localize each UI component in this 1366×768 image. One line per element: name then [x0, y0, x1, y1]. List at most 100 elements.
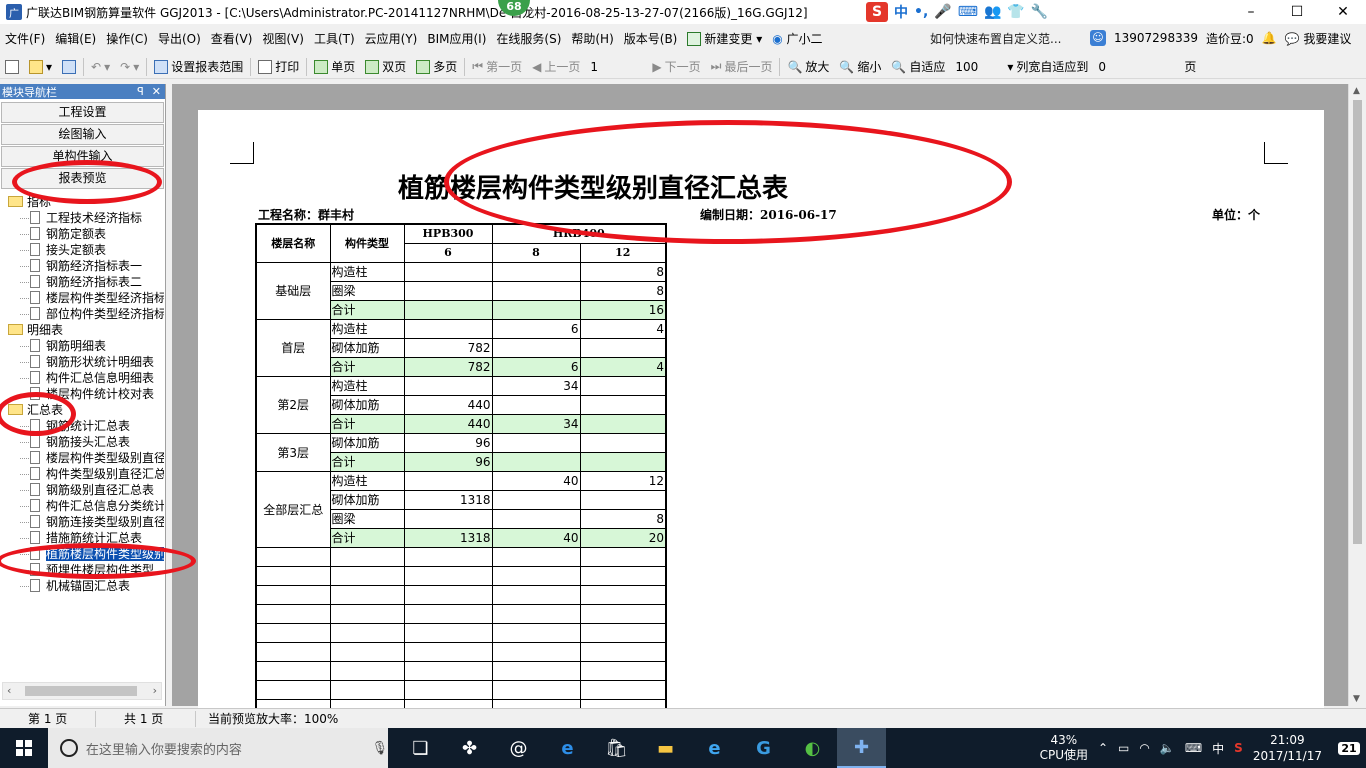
fit-button[interactable]: 🔍 自适应	[886, 58, 950, 75]
tree-item[interactable]: 钢筋连接类型级别直径	[0, 514, 164, 530]
tree-item[interactable]: 钢筋定额表	[0, 226, 164, 242]
tree-folder-summary[interactable]: 汇总表	[0, 402, 164, 418]
redo-button[interactable]: ↷ ▾	[115, 60, 144, 74]
scroll-up-icon[interactable]: ▲	[1353, 86, 1360, 96]
menu-online[interactable]: 在线服务(S)	[491, 30, 566, 47]
tree-item[interactable]: 钢筋形状统计明细表	[0, 354, 164, 370]
close-button[interactable]: ✕	[1320, 0, 1366, 24]
tree-item[interactable]: 预埋件楼层构件类型	[0, 562, 164, 578]
nav-single-component-input[interactable]: 单构件输入	[1, 146, 164, 167]
sogou-ime-icon[interactable]: S	[866, 2, 888, 22]
tree-item[interactable]: 部位构件类型经济指标	[0, 306, 164, 322]
ime-tools-icon[interactable]: 🔧	[1031, 4, 1048, 20]
page-number-input[interactable]: 1	[585, 56, 648, 77]
new-change-button[interactable]: 新建变更 ▾	[682, 30, 767, 47]
scroll-down-icon[interactable]: ▼	[1353, 694, 1360, 704]
file-explorer-icon[interactable]: ▬	[641, 728, 690, 768]
ime-skin-icon[interactable]: 👕	[1007, 4, 1024, 20]
edge-browser-icon[interactable]: e	[543, 728, 592, 768]
zoom-in-button[interactable]: 🔍 放大	[782, 58, 834, 75]
scrollbar-thumb[interactable]	[25, 686, 137, 696]
menu-edit[interactable]: 编辑(E)	[50, 30, 101, 47]
ime-keyboard-icon[interactable]: ⌨	[958, 4, 978, 20]
pin-icon[interactable]: ꟼ	[137, 85, 144, 98]
account-phone[interactable]: 13907298339	[1114, 31, 1198, 45]
menu-help[interactable]: 帮助(H)	[566, 30, 618, 47]
tree-item[interactable]: 钢筋明细表	[0, 338, 164, 354]
menu-cloud[interactable]: 云应用(Y)	[360, 30, 423, 47]
tree-item[interactable]: 楼层构件类型级别直径	[0, 450, 164, 466]
ime-voice-icon[interactable]: 🎤	[934, 4, 951, 20]
col-fit-input[interactable]: 0	[1093, 56, 1180, 77]
tree-item[interactable]: 措施筋统计汇总表	[0, 530, 164, 546]
tray-expand-icon[interactable]: ⌃	[1098, 741, 1108, 755]
menu-file[interactable]: 文件(F)	[0, 30, 50, 47]
maximize-button[interactable]: ☐	[1274, 0, 1320, 24]
menu-viewport[interactable]: 视图(V)	[257, 30, 309, 47]
tree-item-selected[interactable]: 植筋楼层构件类型级别	[0, 546, 164, 562]
tree-item[interactable]: 构件类型级别直径汇总	[0, 466, 164, 482]
double-page-button[interactable]: 双页	[360, 58, 411, 75]
suggest-button[interactable]: 💬 我要建议	[1285, 30, 1352, 47]
swirl-app-icon[interactable]: @	[494, 728, 543, 768]
nav-horizontal-scrollbar[interactable]: ‹ ›	[2, 682, 162, 700]
last-page-button[interactable]: ⏭ 最后一页	[706, 58, 778, 75]
menu-view[interactable]: 查看(V)	[206, 30, 258, 47]
internet-explorer-icon[interactable]: e	[690, 728, 739, 768]
nav-report-preview[interactable]: 报表预览	[1, 168, 164, 189]
clock[interactable]: 21:09 2017/11/17	[1253, 732, 1322, 764]
cpu-monitor[interactable]: 43% CPU使用	[1040, 733, 1088, 763]
set-report-range-button[interactable]: 设置报表范围	[149, 58, 248, 75]
green-browser-icon[interactable]: ◐	[788, 728, 837, 768]
tray-ime-mode[interactable]: 中	[1212, 740, 1224, 757]
undo-button[interactable]: ↶ ▾	[86, 60, 115, 74]
volume-icon[interactable]: 🔈	[1160, 741, 1175, 755]
tree-item[interactable]: 构件汇总信息明细表	[0, 370, 164, 386]
scroll-left-icon[interactable]: ‹	[7, 684, 11, 697]
fan-app-icon[interactable]: ✤	[445, 728, 494, 768]
single-page-button[interactable]: 单页	[309, 58, 360, 75]
action-center-button[interactable]: 21	[1332, 728, 1366, 768]
tree-item[interactable]: 构件汇总信息分类统计	[0, 498, 164, 514]
nav-project-settings[interactable]: 工程设置	[1, 102, 164, 123]
save-button[interactable]	[57, 59, 81, 74]
taskbar-search[interactable]: 在这里输入你要搜索的内容 🎙	[48, 728, 388, 768]
prev-page-button[interactable]: ◀ 上一页	[527, 58, 585, 75]
ime-mode-chinese[interactable]: 中	[894, 2, 908, 22]
scrollbar-thumb[interactable]	[1353, 100, 1362, 544]
menu-bim[interactable]: BIM应用(I)	[422, 30, 491, 47]
tree-item[interactable]: 钢筋接头汇总表	[0, 434, 164, 450]
tree-item[interactable]: 楼层构件统计校对表	[0, 386, 164, 402]
wifi-icon[interactable]: ◠	[1139, 741, 1149, 755]
tree-item[interactable]: 楼层构件类型经济指标	[0, 290, 164, 306]
scroll-right-icon[interactable]: ›	[153, 684, 157, 697]
col-fit-dropdown[interactable]: ▾ 列宽自适应到	[1002, 58, 1093, 75]
bell-icon[interactable]: 🔔	[1262, 31, 1277, 45]
minimize-button[interactable]: –	[1228, 0, 1274, 24]
cost-beans[interactable]: 造价豆:0	[1206, 30, 1254, 47]
assistant-button[interactable]: ◉ 广小二	[767, 30, 827, 47]
new-file-button[interactable]	[0, 59, 24, 74]
preview-vertical-scrollbar[interactable]: ▲ ▼	[1348, 84, 1366, 706]
tree-item[interactable]: 钢筋统计汇总表	[0, 418, 164, 434]
store-icon[interactable]: 🛍	[592, 728, 641, 768]
tree-item[interactable]: 接头定额表	[0, 242, 164, 258]
next-page-button[interactable]: ▶ 下一页	[647, 58, 705, 75]
ggj-app-icon[interactable]: ✚	[837, 728, 886, 768]
sogou-tray-icon[interactable]: S	[1234, 741, 1243, 755]
zoom-select[interactable]: 100	[950, 56, 1003, 77]
nav-drawing-input[interactable]: 绘图输入	[1, 124, 164, 145]
tree-item[interactable]: 钢筋经济指标表一	[0, 258, 164, 274]
ime-punct-icon[interactable]: •,	[914, 4, 928, 20]
open-file-button[interactable]: ▾	[24, 59, 57, 74]
print-button[interactable]: 打印	[253, 58, 304, 75]
menu-version[interactable]: 版本号(B)	[619, 30, 683, 47]
first-page-button[interactable]: ⏮ 第一页	[467, 58, 527, 75]
tree-folder-indicators[interactable]: 指标	[0, 194, 164, 210]
ime-user-icon[interactable]: 👥	[984, 4, 1001, 20]
tree-item[interactable]: 钢筋经济指标表二	[0, 274, 164, 290]
microphone-icon[interactable]: 🎙	[371, 741, 388, 756]
zoom-out-button[interactable]: 🔍 缩小	[834, 58, 886, 75]
multi-page-button[interactable]: 多页	[411, 58, 462, 75]
keyboard-icon[interactable]: ⌨	[1185, 741, 1202, 755]
